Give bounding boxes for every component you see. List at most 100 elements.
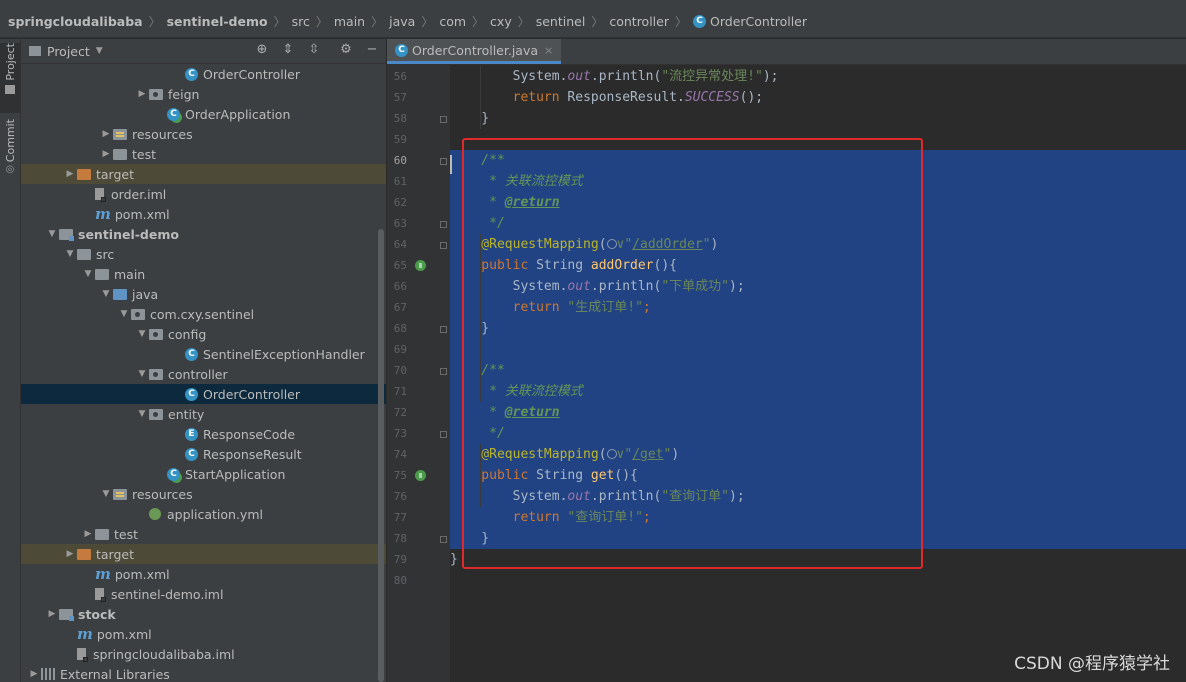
code-token: .println(	[590, 69, 662, 84]
chevron-down-icon[interactable]: ▼	[63, 249, 77, 259]
chevron-right-icon: 〉	[591, 15, 604, 29]
package-icon	[149, 328, 163, 340]
tree-scrollbar[interactable]	[378, 229, 384, 682]
chevron-right-icon: 〉	[371, 15, 384, 29]
chevron-down-icon[interactable]: ▼	[135, 369, 149, 379]
chevron-right-icon[interactable]: ▶	[45, 609, 59, 619]
breadcrumb-item[interactable]: cxy	[490, 14, 512, 29]
tree-node[interactable]: C OrderApplication	[21, 104, 386, 124]
fold-marker-icon[interactable]	[440, 158, 447, 165]
tree-node[interactable]: C ResponseResult	[21, 444, 386, 464]
project-tool-tab[interactable]: Project	[0, 43, 20, 113]
gear-icon[interactable]: ⚙	[339, 43, 353, 57]
chevron-down-icon[interactable]: ▼	[96, 46, 103, 56]
code-token: }	[450, 552, 458, 567]
tree-node[interactable]: E ResponseCode	[21, 424, 386, 444]
commit-tool-tab[interactable]: Commit ◎	[0, 119, 20, 181]
line-number: 68	[393, 322, 407, 335]
endpoint-gutter-icon[interactable]	[415, 470, 426, 481]
tree-node-label: SentinelExceptionHandler	[203, 346, 365, 362]
breadcrumb-item[interactable]: OrderController	[710, 14, 807, 29]
chevron-right-icon[interactable]: ▶	[63, 549, 77, 559]
class-icon: C	[693, 15, 706, 28]
tree-node[interactable]: ▼ resources	[21, 484, 386, 504]
chevron-right-icon[interactable]: ▶	[99, 149, 113, 159]
tree-node[interactable]: application.yml	[21, 504, 386, 524]
fold-marker-icon[interactable]	[440, 536, 447, 543]
breadcrumb-item[interactable]: sentinel	[536, 14, 586, 29]
tree-node[interactable]: ▶ stock	[21, 604, 386, 624]
chevron-right-icon[interactable]: ▶	[99, 129, 113, 139]
close-icon[interactable]: ×	[544, 44, 553, 57]
tree-node[interactable]: C OrderController	[21, 384, 386, 404]
tree-node-label: pom.xml	[114, 566, 170, 582]
tree-node[interactable]: ▶ test	[21, 524, 386, 544]
fold-marker-icon[interactable]	[440, 116, 447, 123]
tree-node[interactable]: ▼ config	[21, 324, 386, 344]
endpoint-gutter-icon[interactable]	[415, 260, 426, 271]
tree-node[interactable]: ▼ main	[21, 264, 386, 284]
tree-node[interactable]: ▶ resources	[21, 124, 386, 144]
chevron-right-icon[interactable]: ▶	[63, 169, 77, 179]
breadcrumb-item[interactable]: sentinel-demo	[167, 14, 268, 29]
collapse-all-icon[interactable]: ⇳	[307, 43, 321, 57]
chevron-down-icon[interactable]: ▼	[99, 489, 113, 499]
code-token: ResponseResult.	[567, 90, 685, 105]
fold-marker-icon[interactable]	[440, 326, 447, 333]
tree-node[interactable]: ▼ src	[21, 244, 386, 264]
resources-folder-icon	[113, 488, 127, 500]
tree-node[interactable]: m pom.xml	[21, 564, 386, 584]
chevron-down-icon[interactable]: ▼	[81, 269, 95, 279]
fold-marker-icon[interactable]	[440, 221, 447, 228]
breadcrumb-item[interactable]: main	[334, 14, 365, 29]
breadcrumb-item[interactable]: java	[389, 14, 415, 29]
tree-node[interactable]: ▶ target	[21, 544, 386, 564]
chevron-right-icon[interactable]: ▶	[81, 529, 95, 539]
chevron-down-icon[interactable]: ▼	[135, 409, 149, 419]
fold-marker-icon[interactable]	[440, 431, 447, 438]
locate-icon[interactable]: ⊕	[255, 43, 269, 57]
tree-node[interactable]: ▶ feign	[21, 84, 386, 104]
minimize-icon[interactable]: −	[365, 43, 379, 57]
class-icon: C	[185, 67, 198, 81]
chevron-down-icon[interactable]: ▼	[135, 329, 149, 339]
chevron-down-icon[interactable]: ▼	[99, 289, 113, 299]
chevron-down-icon[interactable]: ▼	[45, 229, 59, 239]
editor-tab-bar: C OrderController.java ×	[387, 39, 1186, 65]
commit-icon: ◎	[5, 164, 15, 176]
breadcrumb-item[interactable]: src	[292, 14, 310, 29]
fold-marker-icon[interactable]	[440, 368, 447, 375]
project-view-title[interactable]: Project	[47, 44, 90, 59]
chevron-right-icon[interactable]: ▶	[135, 89, 149, 99]
source-folder-icon	[113, 288, 127, 300]
excluded-folder-icon	[77, 168, 91, 180]
tree-node[interactable]: springcloudalibaba.iml	[21, 644, 386, 664]
chevron-right-icon[interactable]: ▶	[27, 669, 41, 679]
tree-node[interactable]: ▼ java	[21, 284, 386, 304]
line-number: 67	[393, 301, 407, 314]
tree-node[interactable]: m pom.xml	[21, 204, 386, 224]
tab-order-controller[interactable]: C OrderController.java ×	[387, 39, 562, 64]
tree-node[interactable]: sentinel-demo.iml	[21, 584, 386, 604]
tree-node[interactable]: C StartApplication	[21, 464, 386, 484]
tree-node[interactable]: ▶ External Libraries	[21, 664, 386, 682]
fold-marker-icon[interactable]	[440, 242, 447, 249]
tree-node-label: controller	[168, 366, 228, 382]
tree-node-label: pom.xml	[96, 626, 152, 642]
tree-node[interactable]: m pom.xml	[21, 624, 386, 644]
breadcrumb-item[interactable]: com	[439, 14, 466, 29]
breadcrumb-item[interactable]: controller	[609, 14, 669, 29]
breadcrumb-item[interactable]: springcloudalibaba	[8, 14, 143, 29]
tree-node[interactable]: ▼ com.cxy.sentinel	[21, 304, 386, 324]
tree-node[interactable]: ▼ controller	[21, 364, 386, 384]
tree-node[interactable]: ▶ target	[21, 164, 386, 184]
chevron-down-icon[interactable]: ▼	[117, 309, 131, 319]
tree-node[interactable]: ▼ entity	[21, 404, 386, 424]
tree-node[interactable]: C SentinelExceptionHandler	[21, 344, 386, 364]
expand-all-icon[interactable]: ⇕	[281, 43, 295, 57]
tree-node[interactable]: order.iml	[21, 184, 386, 204]
tree-node[interactable]: ▼ sentinel-demo	[21, 224, 386, 244]
tree-node[interactable]: C OrderController	[21, 64, 386, 84]
tree-node[interactable]: ▶ test	[21, 144, 386, 164]
